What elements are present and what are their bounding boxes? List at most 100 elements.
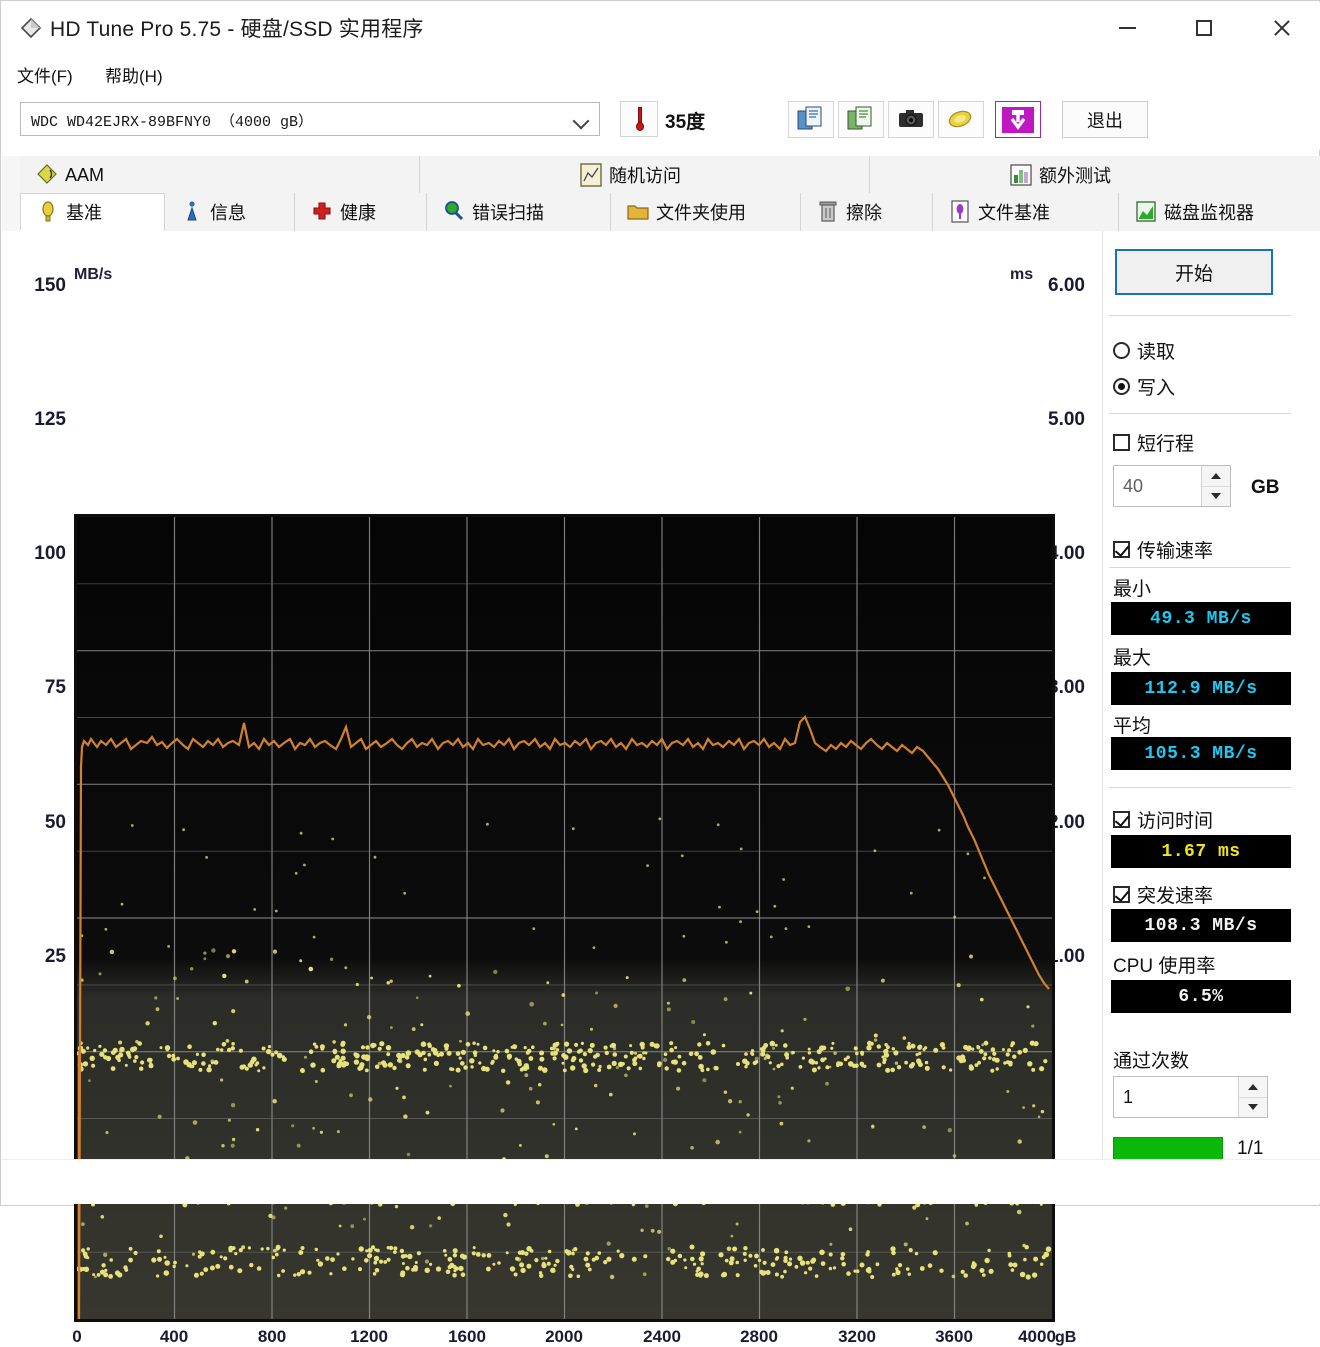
tab-disk-monitor-label: 磁盘监视器 — [1164, 203, 1254, 223]
minimize-icon — [1118, 27, 1136, 29]
benchmark-chart: MB/s ms 150 125 100 75 50 25 6.00 5.00 4… — [2, 231, 1102, 1346]
menu-bar: 文件(F) 帮助(H) — [2, 54, 1320, 90]
passes-label: 通过次数 — [1113, 1051, 1190, 1072]
y-axis-right-unit: ms — [1010, 266, 1034, 283]
bars-icon — [1010, 163, 1032, 187]
short-stroke-checkbox-indicator — [1113, 434, 1130, 451]
maximize-icon — [1196, 20, 1212, 36]
avg-label: 平均 — [1113, 716, 1152, 737]
tab-random-access[interactable]: 随机访问 — [420, 156, 870, 194]
tab-aam[interactable]: AAM — [20, 156, 420, 194]
tab-row-bottom: 基准 信息 健康 错误扫描 文件夹使用 擦除 文件基准 磁盘监视器 — [2, 193, 1320, 231]
status-bar — [2, 1159, 1320, 1204]
cpu-usage-value: 6.5% — [1111, 980, 1291, 1013]
tab-file-benchmark[interactable]: 文件基准 — [933, 193, 1119, 231]
monitor-icon — [1135, 200, 1157, 224]
chevron-up-icon — [1248, 1084, 1258, 1090]
progress-bar — [1113, 1137, 1223, 1161]
x-tick-8: 3200 — [838, 1327, 876, 1346]
close-button[interactable] — [1251, 3, 1313, 53]
y-tick-left-4: 50 — [44, 812, 66, 833]
radio-write-label: 写入 — [1137, 378, 1176, 399]
tab-aam-label: AAM — [65, 164, 105, 185]
divider-1 — [1109, 315, 1291, 316]
tab-benchmark[interactable]: 基准 — [20, 193, 165, 231]
chevron-down-icon — [1248, 1104, 1258, 1110]
drive-selector-label: WDC WD42EJRX-89BFNY0 （4000 gB） — [31, 114, 314, 131]
minimize-button[interactable] — [1096, 3, 1158, 53]
copy-green-button[interactable] — [838, 101, 884, 138]
title-bar: HD Tune Pro 5.75 - 硬盘/SSD 实用程序 — [2, 2, 1320, 55]
avg-value: 105.3 MB/s — [1111, 737, 1291, 770]
y-tick-left-5: 25 — [44, 946, 66, 967]
tab-info[interactable]: 信息 — [165, 193, 295, 231]
tab-error-scan[interactable]: 错误扫描 — [427, 193, 611, 231]
passes-value: 1 — [1123, 1087, 1134, 1107]
checkbox-short-stroke[interactable]: 短行程 — [1113, 429, 1194, 456]
passes-decrement[interactable] — [1239, 1097, 1267, 1117]
passes-increment[interactable] — [1239, 1077, 1267, 1098]
tab-erase-label: 擦除 — [846, 203, 882, 223]
cpu-usage-label: CPU 使用率 — [1113, 956, 1216, 977]
min-label: 最小 — [1113, 579, 1152, 600]
menu-file[interactable]: 文件(F) — [17, 62, 73, 87]
short-stroke-increment[interactable] — [1202, 466, 1230, 487]
tab-extra-tests[interactable]: 额外测试 — [870, 156, 1320, 194]
chevron-down-icon — [572, 112, 590, 130]
x-tick-4: 1600 — [448, 1327, 486, 1346]
tab-folder-usage[interactable]: 文件夹使用 — [611, 193, 801, 231]
checkbox-transfer-rate[interactable]: 传输速率 — [1113, 536, 1213, 563]
exit-button[interactable]: 退出 — [1062, 101, 1148, 138]
menu-help[interactable]: 帮助(H) — [105, 62, 163, 87]
exit-button-label: 退出 — [1087, 110, 1123, 131]
download-button[interactable] — [995, 101, 1041, 138]
x-tick-6: 2400 — [643, 1327, 681, 1346]
copy-blue-button[interactable] — [788, 101, 834, 138]
cross-icon — [311, 200, 333, 224]
checkbox-burst-rate[interactable]: 突发速率 — [1113, 881, 1213, 908]
info-icon — [181, 200, 203, 224]
passes-stepper-buttons[interactable] — [1238, 1077, 1267, 1117]
burst-rate-label: 突发速率 — [1137, 886, 1214, 907]
start-button-label: 开始 — [1174, 263, 1213, 285]
y-axis-left-unit: MB/s — [74, 266, 113, 283]
chevron-up-icon — [1211, 473, 1221, 479]
maximize-button[interactable] — [1173, 3, 1235, 53]
temperature-button[interactable] — [620, 101, 658, 137]
max-value: 112.9 MB/s — [1111, 672, 1291, 705]
short-stroke-stepper[interactable]: 40 — [1113, 465, 1231, 507]
x-tick-5: 2000 — [545, 1327, 583, 1346]
tab-error-scan-label: 错误扫描 — [472, 203, 544, 223]
x-tick-9: 3600 — [935, 1327, 973, 1346]
chevron-down-icon — [1211, 493, 1221, 499]
radio-write[interactable]: 写入 — [1113, 373, 1175, 400]
x-tick-0: 0 — [72, 1327, 82, 1346]
magnifier-icon — [443, 200, 465, 224]
drive-selector[interactable]: WDC WD42EJRX-89BFNY0 （4000 gB） — [20, 102, 600, 136]
passes-stepper[interactable]: 1 — [1113, 1076, 1268, 1118]
coin-button[interactable] — [938, 101, 984, 138]
thermometer-icon — [636, 107, 644, 133]
max-label: 最大 — [1113, 648, 1152, 669]
access-time-checkbox-indicator — [1113, 811, 1130, 828]
x-tick-2: 800 — [257, 1327, 287, 1346]
camera-button[interactable] — [888, 101, 934, 138]
y-tick-left-0: 150 — [34, 275, 66, 296]
document-icon — [949, 200, 971, 224]
tab-random-access-label: 随机访问 — [609, 166, 681, 186]
close-icon — [1272, 18, 1292, 38]
checkbox-access-time[interactable]: 访问时间 — [1113, 806, 1213, 833]
x-tick-1: 400 — [159, 1327, 189, 1346]
short-stroke-stepper-buttons[interactable] — [1201, 466, 1230, 506]
tab-disk-monitor[interactable]: 磁盘监视器 — [1119, 193, 1320, 231]
short-stroke-decrement[interactable] — [1202, 486, 1230, 506]
start-button[interactable]: 开始 — [1115, 249, 1273, 295]
tab-erase[interactable]: 擦除 — [801, 193, 933, 231]
access-time-value: 1.67 ms — [1111, 835, 1291, 868]
tab-folder-usage-label: 文件夹使用 — [656, 203, 746, 223]
right-panel: 开始 读取 写入 短行程 40 GB 传输速率 最小 49.3 MB/s 最大 … — [1102, 231, 1320, 1161]
short-stroke-label: 短行程 — [1137, 434, 1195, 455]
tab-health[interactable]: 健康 — [295, 193, 427, 231]
folder-icon — [627, 200, 649, 224]
radio-read[interactable]: 读取 — [1113, 337, 1175, 364]
